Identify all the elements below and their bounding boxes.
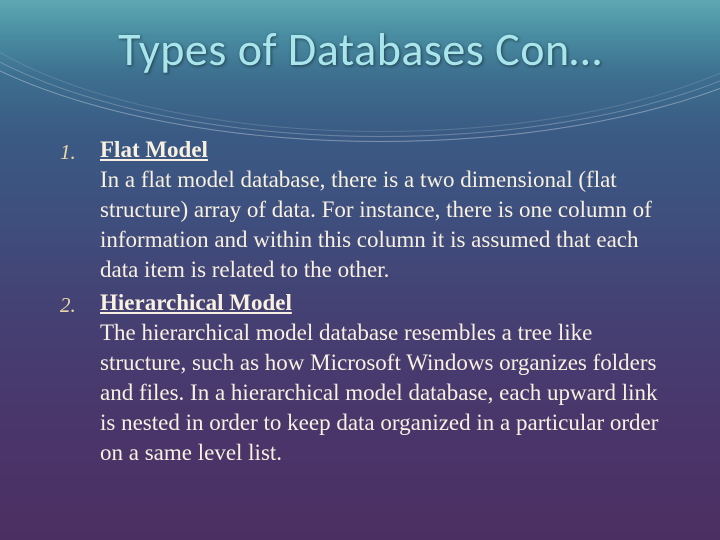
list-body: Hierarchical Model The hierarchical mode… bbox=[100, 288, 670, 467]
list-number: 2. bbox=[60, 288, 100, 467]
list-item: 1. Flat Model In a flat model database, … bbox=[60, 135, 670, 284]
slide-content: 1. Flat Model In a flat model database, … bbox=[60, 135, 670, 472]
slide-title: Types of Databases Con… bbox=[0, 22, 720, 78]
item-text: The hierarchical model database resemble… bbox=[100, 320, 658, 465]
list-number: 1. bbox=[60, 135, 100, 284]
list-body: Flat Model In a flat model database, the… bbox=[100, 135, 670, 284]
item-heading: Flat Model bbox=[100, 137, 208, 162]
item-text: In a flat model database, there is a two… bbox=[100, 167, 652, 282]
list-item: 2. Hierarchical Model The hierarchical m… bbox=[60, 288, 670, 467]
item-heading: Hierarchical Model bbox=[100, 290, 292, 315]
